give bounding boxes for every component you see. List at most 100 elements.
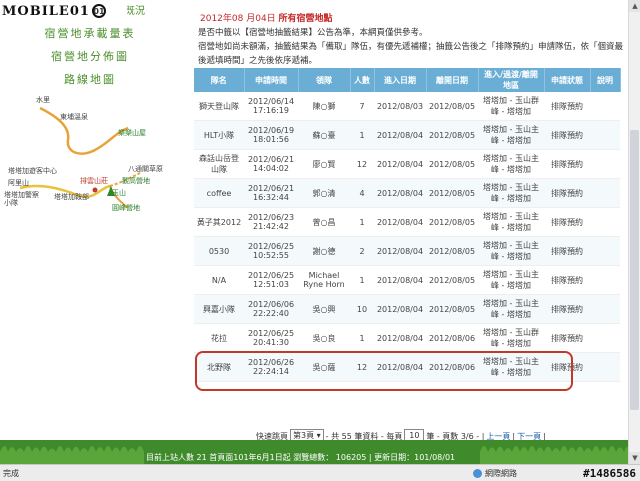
watermark-logo: MOBILE01 bbox=[2, 3, 90, 19]
apply-clock: 20:41:30 bbox=[253, 338, 289, 347]
cell-count: 1 bbox=[350, 323, 374, 353]
col-team[interactable]: 隊名 bbox=[194, 68, 245, 92]
cell-enter: 2012/08/04 bbox=[374, 120, 426, 150]
cell-status: 排隊預約 bbox=[544, 236, 590, 266]
apply-date: 2012/06/25 bbox=[247, 242, 295, 251]
scrollbar-thumb[interactable] bbox=[630, 130, 639, 410]
table-row: 獅天登山隊 2012/06/14 17:16:19 陳○獅 7 2012/08/0… bbox=[194, 92, 620, 121]
paiyun-marker-icon bbox=[92, 187, 98, 193]
page-select-value: 第3頁 bbox=[293, 431, 315, 440]
cell-note bbox=[590, 323, 620, 353]
cell-count: 2 bbox=[350, 236, 374, 266]
menu-campsite-distribution[interactable]: 宿營地分佈圖 bbox=[30, 47, 150, 67]
cell-apply-time[interactable]: 2012/06/19 18:01:56 bbox=[244, 120, 298, 150]
cell-team: 興嘉小隊 bbox=[194, 294, 244, 324]
browser-status-bar: 完成 網際網路 #1486586 bbox=[0, 464, 640, 481]
apply-date: 2012/06/25 bbox=[247, 329, 295, 338]
cell-note bbox=[590, 207, 620, 237]
cell-apply-time[interactable]: 2012/06/21 14:04:02 bbox=[244, 149, 298, 179]
menu-campsite-capacity[interactable]: 宿營地承載量表 bbox=[30, 24, 150, 44]
col-enter-date[interactable]: 進入日期 bbox=[374, 68, 427, 92]
watermark-badge: 01 bbox=[91, 4, 106, 18]
apply-clock: 22:24:14 bbox=[253, 367, 289, 376]
cell-team: coffee bbox=[194, 178, 244, 208]
col-count[interactable]: 人數 bbox=[350, 68, 375, 92]
cell-note bbox=[590, 92, 620, 121]
menu-route-map[interactable]: 路線地圖 bbox=[30, 70, 150, 90]
cell-route[interactable]: 塔塔加 - 玉山主峰 - 塔塔加 bbox=[478, 120, 544, 150]
cell-leader: 曾○昌 bbox=[298, 207, 350, 237]
cell-leave: 2012/08/05 bbox=[426, 92, 478, 121]
col-status[interactable]: 申請狀態 bbox=[544, 68, 591, 92]
cell-leader: 吳○興 bbox=[298, 294, 350, 324]
scroll-down-icon[interactable]: ▼ bbox=[629, 452, 640, 464]
apply-clock: 22:22:40 bbox=[253, 309, 289, 318]
date-text: 2012年08 月04日 bbox=[200, 14, 276, 24]
apply-date: 2012/06/26 bbox=[247, 358, 295, 367]
cell-leave: 2012/08/06 bbox=[426, 352, 478, 382]
cell-apply-time[interactable]: 2012/06/25 12:51:03 bbox=[244, 265, 298, 295]
cell-status: 排隊預約 bbox=[544, 92, 590, 121]
cell-enter: 2012/08/04 bbox=[374, 323, 426, 353]
col-leave-date[interactable]: 離開日期 bbox=[426, 68, 479, 92]
cell-status: 排隊預約 bbox=[544, 178, 590, 208]
cell-apply-time[interactable]: 2012/06/26 22:24:14 bbox=[244, 352, 298, 382]
col-leader[interactable]: 領隊 bbox=[298, 68, 351, 92]
cell-note bbox=[590, 236, 620, 266]
cell-note bbox=[590, 178, 620, 208]
table-header-row: 隊名 申請時間 領隊 人數 進入日期 離開日期 進入/過渡/離開地區 申請狀態 … bbox=[194, 68, 621, 92]
cell-status: 排隊預約 bbox=[544, 149, 590, 179]
apply-date: 2012/06/25 bbox=[247, 271, 295, 280]
col-apply-time[interactable]: 申請時間 bbox=[244, 68, 299, 92]
cell-team: 北野隊 bbox=[194, 352, 244, 382]
mobile01-watermark: MOBILE01 01 bbox=[0, 0, 127, 22]
cell-route[interactable]: 塔塔加 - 玉山主峰 - 塔塔加 bbox=[478, 294, 544, 324]
cell-apply-time[interactable]: 2012/06/14 17:16:19 bbox=[244, 92, 298, 121]
cell-note bbox=[590, 265, 620, 295]
cell-count: 1 bbox=[350, 207, 374, 237]
cell-apply-time[interactable]: 2012/06/23 21:42:42 bbox=[244, 207, 298, 237]
col-note[interactable]: 說明 bbox=[590, 68, 621, 92]
cell-team: 0530 bbox=[194, 236, 244, 266]
cell-count: 10 bbox=[350, 294, 374, 324]
apply-clock: 14:04:02 bbox=[253, 164, 289, 173]
globe-icon bbox=[473, 468, 482, 478]
table-row: 興嘉小隊 2012/06/06 22:22:40 吳○興 10 2012/08/0… bbox=[194, 294, 620, 324]
cell-route[interactable]: 塔塔加 - 玉山主峰 - 塔塔加 bbox=[478, 207, 544, 237]
apply-date: 2012/06/06 bbox=[247, 300, 295, 309]
cell-team: N/A bbox=[194, 265, 244, 295]
cell-route[interactable]: 塔塔加 - 玉山主峰 - 塔塔加 bbox=[478, 178, 544, 208]
cell-leave: 2012/08/05 bbox=[426, 149, 478, 179]
cell-apply-time[interactable]: 2012/06/25 10:52:55 bbox=[244, 236, 298, 266]
map-label-tataka-police: 塔塔加警察小隊 bbox=[4, 191, 39, 207]
cell-count: 12 bbox=[350, 149, 374, 179]
vertical-scrollbar[interactable]: ▲ ▼ bbox=[628, 0, 640, 464]
cell-leave: 2012/08/05 bbox=[426, 236, 478, 266]
grass-right bbox=[480, 446, 640, 464]
cell-count: 1 bbox=[350, 265, 374, 295]
cell-leave: 2012/08/06 bbox=[426, 323, 478, 353]
apply-date: 2012/06/21 bbox=[247, 155, 295, 164]
map-label-guangao: 觀高營地 bbox=[122, 177, 150, 185]
table-row: HLT小隊 2012/06/19 18:01:56 蘇○臺 1 2012/08/0… bbox=[194, 120, 620, 150]
cell-route[interactable]: 塔塔加 - 玉山群峰 - 塔塔加 bbox=[478, 92, 544, 121]
cell-route[interactable]: 塔塔加 - 玉山主峰 - 塔塔加 bbox=[478, 265, 544, 295]
cell-apply-time[interactable]: 2012/06/06 22:22:40 bbox=[244, 294, 298, 324]
cell-status: 排隊預約 bbox=[544, 352, 590, 382]
cell-apply-time[interactable]: 2012/06/25 20:41:30 bbox=[244, 323, 298, 353]
col-route[interactable]: 進入/過渡/離開地區 bbox=[478, 68, 545, 92]
route-map-svg bbox=[19, 106, 141, 209]
cell-leave: 2012/08/05 bbox=[426, 265, 478, 295]
cell-leader: Michael Ryne Horn bbox=[298, 265, 350, 295]
cell-route[interactable]: 塔塔加 - 玉山主峰 - 塔塔加 bbox=[478, 236, 544, 266]
map-label-dongpu: 東埔溫泉 bbox=[60, 113, 88, 121]
table-row: coffee 2012/06/21 16:32:44 郭○清 4 2012/08/… bbox=[194, 178, 620, 208]
post-id-tag: #1486586 bbox=[583, 466, 636, 480]
cell-route[interactable]: 塔塔加 - 玉山主峰 - 塔塔加 bbox=[478, 149, 544, 179]
scroll-up-icon[interactable]: ▲ bbox=[629, 0, 640, 12]
cell-apply-time[interactable]: 2012/06/21 16:32:44 bbox=[244, 178, 298, 208]
sidebar-top-link[interactable]: 既況 bbox=[125, 2, 145, 17]
cell-note bbox=[590, 149, 620, 179]
cell-route[interactable]: 塔塔加 - 玉山主峰 - 塔塔加 bbox=[478, 352, 544, 382]
cell-route[interactable]: 塔塔加 - 玉山群峰 - 塔塔加 bbox=[478, 323, 544, 353]
